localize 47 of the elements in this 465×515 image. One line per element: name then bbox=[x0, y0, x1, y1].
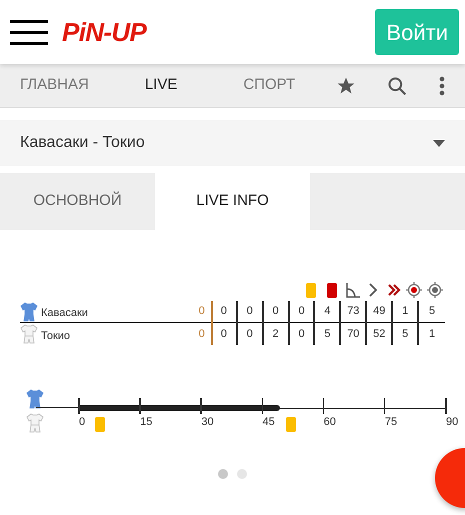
minute-label: 45 bbox=[262, 415, 275, 430]
minute-label: 75 bbox=[384, 415, 398, 430]
score: 0 bbox=[198, 304, 205, 320]
team-name: Токио bbox=[41, 328, 70, 344]
stat-value: 52 bbox=[373, 326, 386, 342]
stat-value: 0 bbox=[220, 326, 227, 342]
minute-label: 60 bbox=[324, 415, 336, 430]
stat-value: 0 bbox=[272, 304, 279, 320]
stat-value: 73 bbox=[347, 304, 360, 320]
tab[interactable]: LIVE INFO bbox=[155, 173, 310, 230]
stat-value: 4 bbox=[324, 304, 330, 320]
stat-value: 5 bbox=[324, 326, 330, 342]
stat-value: 1 bbox=[428, 326, 436, 342]
stat-value: 5 bbox=[402, 326, 408, 342]
chevron-icon bbox=[367, 282, 380, 298]
stat-value: 5 bbox=[428, 304, 436, 320]
target-icon bbox=[426, 282, 443, 298]
minute-label: 0 bbox=[79, 415, 86, 430]
nav-tab[interactable]: LIVE bbox=[144, 74, 178, 97]
more-icon[interactable] bbox=[439, 76, 445, 96]
menu-button[interactable] bbox=[10, 20, 48, 44]
stat-value: 0 bbox=[298, 304, 305, 320]
stat-value: 0 bbox=[298, 326, 305, 342]
target-icon bbox=[406, 282, 422, 298]
minute-label: 90 bbox=[446, 415, 458, 430]
nav-tab[interactable]: СПОРТ bbox=[243, 74, 296, 97]
stat-value: 70 bbox=[347, 326, 360, 342]
double-chevron-icon bbox=[386, 282, 401, 298]
search-icon[interactable] bbox=[387, 76, 407, 96]
logo[interactable]: PiN-UP bbox=[62, 12, 146, 52]
stat-value: 2 bbox=[272, 326, 279, 342]
match-select[interactable]: Кавасаки - Токио bbox=[0, 120, 465, 166]
team-name: Кавасаки bbox=[41, 306, 88, 321]
booking-card-icon bbox=[306, 283, 316, 298]
score: 0 bbox=[198, 326, 205, 342]
nav-tab[interactable]: ГЛАВНАЯ bbox=[20, 74, 89, 97]
minute-label: 15 bbox=[140, 415, 152, 430]
stat-value: 1 bbox=[402, 304, 408, 320]
star-icon[interactable] bbox=[336, 76, 356, 96]
stat-value: 0 bbox=[220, 304, 227, 320]
stat-value: 0 bbox=[246, 304, 253, 320]
stat-value: 49 bbox=[373, 304, 386, 320]
minute-label: 30 bbox=[201, 415, 214, 430]
corner-icon bbox=[344, 282, 361, 298]
dropdown-arrow-icon bbox=[433, 140, 445, 146]
stat-value: 0 bbox=[246, 326, 253, 342]
sending-off-card-icon bbox=[326, 283, 337, 298]
